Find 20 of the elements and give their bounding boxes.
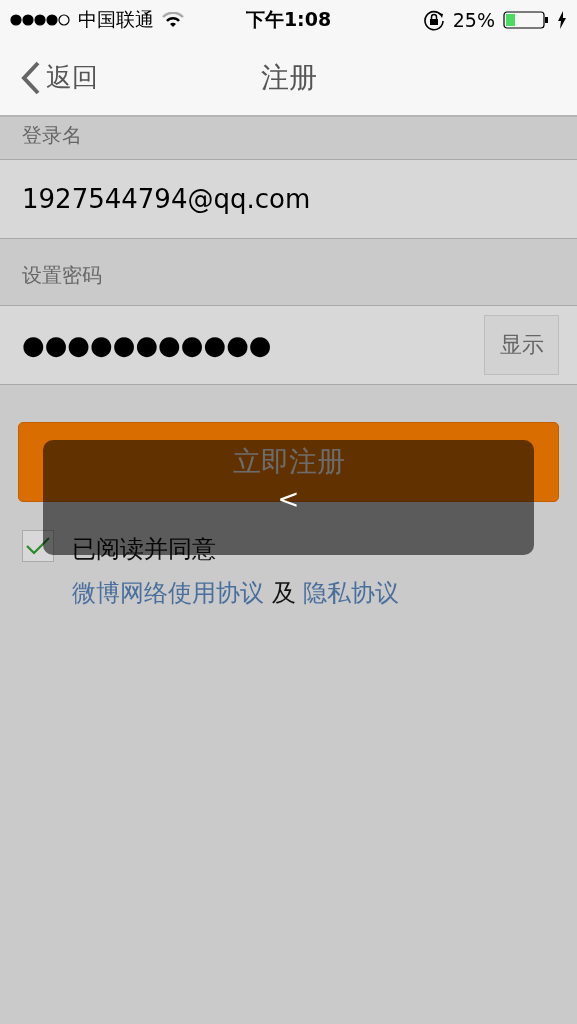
signal-icon (10, 13, 70, 27)
input-field[interactable]: ●●●●●●●●●●● 显示 (0, 305, 577, 385)
chevron-left-icon (20, 60, 42, 95)
wifi-icon (162, 12, 184, 28)
field-label: 登录名 (22, 122, 82, 149)
terms-link[interactable]: 微博网络使用协议 (72, 579, 264, 607)
battery-icon (503, 11, 549, 29)
carrier-name: 中国联通 (78, 7, 154, 32)
field-label: 设置密码 (22, 262, 102, 289)
show-password-button[interactable]: 显示 (484, 315, 559, 375)
battery-percent: 25% (452, 9, 495, 31)
charging-icon (557, 11, 567, 29)
conjunction-text: 及 (271, 579, 296, 607)
rotation-lock-icon (422, 9, 445, 31)
input-field[interactable]: 1927544794@qq.com (0, 159, 577, 239)
back-button[interactable]: 返回 (0, 40, 98, 115)
agree-checkbox[interactable] (22, 530, 54, 562)
privacy-link[interactable]: 隐私协议 (303, 579, 400, 607)
clock-time: 下午1:08 (245, 7, 332, 32)
page-title: 注册 (260, 59, 317, 96)
